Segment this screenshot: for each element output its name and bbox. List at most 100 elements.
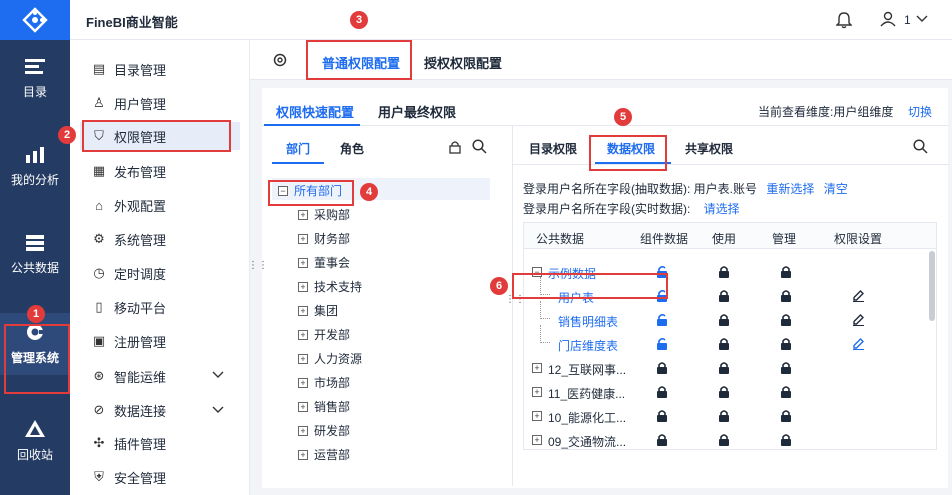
expand-icon[interactable]: +: [298, 353, 308, 364]
manage-lock-icon[interactable]: [780, 361, 792, 377]
table-row[interactable]: +11_医药健康...: [524, 385, 924, 407]
tree-label: 销售部: [314, 400, 351, 414]
drag-handle-icon[interactable]: ⋮⋮: [248, 260, 268, 271]
tab-share-permission[interactable]: 共享权限: [685, 140, 733, 157]
table-row[interactable]: +10_能源化工...: [524, 409, 924, 431]
component-lock-icon[interactable]: [656, 361, 668, 377]
manage-lock-icon[interactable]: [780, 313, 792, 329]
nav-my-analysis[interactable]: 我的分析: [0, 136, 70, 198]
expand-icon[interactable]: +: [298, 425, 308, 436]
tree-label: 市场部: [314, 376, 351, 390]
table-row[interactable]: 销售明细表: [524, 301, 924, 335]
expand-icon[interactable]: +: [532, 411, 542, 421]
manage-lock-icon[interactable]: [780, 433, 792, 449]
tab-grant-permission[interactable]: 授权权限配置: [424, 53, 502, 72]
left-nav: 目录 我的分析 公共数据 管理系统 回收站: [0, 0, 70, 495]
sub-tabs: 权限快速配置 用户最终权限 当前查看维度:用户组维度 切换: [262, 88, 948, 126]
field-extract: 登录用户名所在字段(抽取数据): 用户表.账号 重新选择 清空: [523, 180, 848, 197]
sidebar-item-label: 注册管理: [114, 334, 167, 350]
edit-icon[interactable]: [852, 289, 865, 305]
tab-role[interactable]: 角色: [340, 140, 364, 157]
use-lock-icon[interactable]: [718, 337, 730, 353]
expand-icon[interactable]: +: [298, 257, 308, 268]
top-bar: FineBI商业智能 1: [70, 0, 952, 40]
expand-icon[interactable]: +: [298, 233, 308, 244]
search-icon[interactable]: [913, 139, 928, 154]
expand-icon[interactable]: +: [298, 281, 308, 292]
bell-icon[interactable]: [836, 11, 852, 29]
component-lock-icon[interactable]: [656, 337, 668, 353]
tab-catalog-permission[interactable]: 目录权限: [529, 140, 577, 157]
view-dimension-text: 当前查看维度:用户组维度: [758, 105, 894, 119]
expand-icon[interactable]: +: [298, 377, 308, 388]
tree-item[interactable]: + 运营部: [298, 446, 350, 463]
col-header: 权限设置: [834, 232, 883, 246]
nav-public-data[interactable]: 公共数据: [0, 224, 70, 286]
expand-icon[interactable]: +: [532, 387, 542, 397]
expand-icon[interactable]: +: [298, 209, 308, 220]
tab-department[interactable]: 部门: [286, 140, 310, 157]
fine-logo-icon[interactable]: [0, 0, 70, 40]
manage-lock-icon[interactable]: [780, 385, 792, 401]
edit-icon[interactable]: [852, 337, 865, 353]
step-badge: 5: [614, 108, 632, 126]
chevron-down-icon[interactable]: [212, 406, 224, 414]
table-row[interactable]: 门店维度表: [524, 325, 924, 359]
expand-icon[interactable]: +: [298, 305, 308, 316]
tree-item[interactable]: + 集团: [298, 302, 338, 319]
catalog-icon: [25, 59, 45, 74]
component-lock-icon[interactable]: [656, 433, 668, 449]
table-row[interactable]: +12_互联网事...: [524, 361, 924, 383]
use-lock-icon[interactable]: [718, 361, 730, 377]
expand-icon[interactable]: +: [298, 329, 308, 340]
tree-label: 集团: [314, 304, 339, 318]
reselect-link[interactable]: 重新选择: [766, 182, 814, 196]
search-icon[interactable]: [472, 139, 487, 154]
expand-icon[interactable]: +: [532, 363, 542, 373]
manage-lock-icon[interactable]: [780, 409, 792, 425]
lock-settings-icon[interactable]: [448, 140, 462, 154]
nav-catalog[interactable]: 目录: [0, 48, 70, 110]
component-lock-icon[interactable]: [656, 385, 668, 401]
manage-lock-icon[interactable]: [780, 289, 792, 305]
table-row[interactable]: +09_交通物流...: [524, 433, 924, 455]
component-lock-icon[interactable]: [656, 409, 668, 425]
tree-item[interactable]: + 采购部: [298, 206, 350, 223]
use-lock-icon[interactable]: [718, 433, 730, 449]
use-lock-icon[interactable]: [718, 289, 730, 305]
manage-lock-icon[interactable]: [780, 337, 792, 353]
edit-icon[interactable]: [852, 313, 865, 329]
component-lock-icon[interactable]: [656, 313, 668, 329]
nav-recycle-bin[interactable]: 回收站: [0, 410, 70, 472]
switch-link[interactable]: 切换: [908, 103, 932, 120]
clear-link[interactable]: 清空: [824, 182, 848, 196]
tree-item[interactable]: + 技术支持: [298, 278, 362, 295]
manage-lock-icon[interactable]: [780, 265, 792, 281]
tree-item[interactable]: + 财务部: [298, 230, 350, 247]
settings-icon[interactable]: [272, 52, 288, 68]
use-lock-icon[interactable]: [718, 385, 730, 401]
tree-item[interactable]: + 销售部: [298, 398, 350, 415]
expand-icon[interactable]: +: [298, 449, 308, 460]
expand-icon[interactable]: +: [298, 401, 308, 412]
chevron-down-icon[interactable]: [916, 15, 928, 23]
tab-user-final-permission[interactable]: 用户最终权限: [378, 102, 456, 121]
expand-icon[interactable]: +: [532, 435, 542, 445]
user-name[interactable]: 1: [904, 13, 911, 27]
app-title: FineBI商业智能: [86, 15, 178, 30]
nav-label: 目录: [22, 85, 47, 99]
chevron-down-icon[interactable]: [212, 371, 224, 379]
user-icon[interactable]: [880, 11, 896, 27]
tree-item[interactable]: + 董事会: [298, 254, 350, 271]
tree-item[interactable]: + 研发部: [298, 422, 350, 439]
select-link[interactable]: 请选择: [704, 202, 740, 216]
use-lock-icon[interactable]: [718, 313, 730, 329]
tree-item[interactable]: + 开发部: [298, 326, 350, 343]
tree-item[interactable]: + 市场部: [298, 374, 350, 391]
use-lock-icon[interactable]: [718, 409, 730, 425]
tab-quick-config[interactable]: 权限快速配置: [276, 102, 354, 121]
use-lock-icon[interactable]: [718, 265, 730, 281]
scrollbar[interactable]: [929, 251, 935, 321]
tree-item[interactable]: + 人力资源: [298, 350, 362, 367]
timer-icon: ◷: [93, 265, 105, 280]
